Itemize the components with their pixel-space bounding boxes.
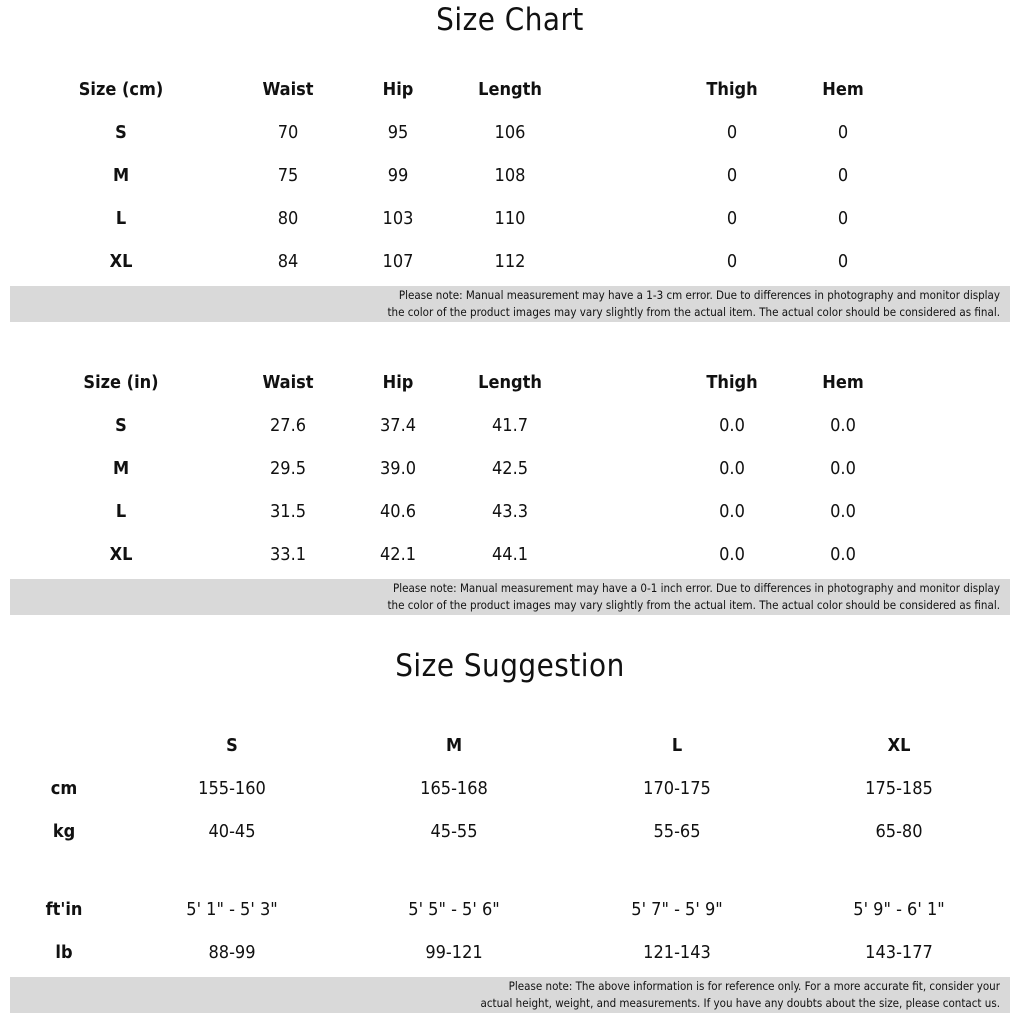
table-cell: 0 bbox=[837, 165, 849, 186]
column-header: Hip bbox=[382, 79, 414, 100]
table-cell: 45-55 bbox=[430, 821, 478, 842]
table-cell: 41.7 bbox=[491, 415, 529, 436]
table-cell: 37.4 bbox=[379, 415, 417, 436]
row-label: M bbox=[112, 458, 130, 479]
table-cell: 110 bbox=[494, 208, 526, 229]
column-header: L bbox=[671, 735, 683, 756]
row-label: ft'in bbox=[45, 899, 83, 920]
column-header: Size (in) bbox=[83, 372, 159, 393]
column-header: Length bbox=[478, 79, 542, 100]
row-label: cm bbox=[50, 778, 78, 799]
row-label: S bbox=[115, 415, 127, 436]
table-cell: 155-160 bbox=[198, 778, 266, 799]
table-cell: 0 bbox=[726, 122, 738, 143]
table-cell: 0 bbox=[837, 251, 849, 272]
table-cell: 27.6 bbox=[269, 415, 307, 436]
row-label: L bbox=[115, 501, 127, 522]
table-cell: 88-99 bbox=[208, 942, 256, 963]
row-label: L bbox=[115, 208, 127, 229]
table-cell: 165-168 bbox=[420, 778, 488, 799]
table-cell: 0 bbox=[726, 165, 738, 186]
row-label: lb bbox=[55, 942, 73, 963]
column-header: Size (cm) bbox=[78, 79, 164, 100]
table-cell: 99-121 bbox=[425, 942, 483, 963]
table-cell: 0.0 bbox=[719, 458, 745, 479]
table-cell: 143-177 bbox=[865, 942, 933, 963]
table-cell: 175-185 bbox=[865, 778, 933, 799]
note-line: actual height, weight, and measurements.… bbox=[480, 996, 1000, 1010]
table-cell: 40.6 bbox=[379, 501, 417, 522]
table-cell: 0.0 bbox=[830, 501, 856, 522]
table-cell: 95 bbox=[387, 122, 409, 143]
cm-table-note: Please note: Manual measurement may have… bbox=[10, 286, 1010, 322]
row-label: S bbox=[115, 122, 127, 143]
table-cell: 55-65 bbox=[653, 821, 701, 842]
table-cell: 0.0 bbox=[719, 501, 745, 522]
column-header: Hem bbox=[822, 79, 864, 100]
table-cell: 121-143 bbox=[643, 942, 711, 963]
table-cell: 33.1 bbox=[269, 544, 307, 565]
table-cell: 0.0 bbox=[830, 458, 856, 479]
table-cell: 31.5 bbox=[269, 501, 307, 522]
table-cell: 0.0 bbox=[830, 544, 856, 565]
note-line: Please note: Manual measurement may have… bbox=[398, 288, 1000, 302]
table-cell: 5' 5" - 5' 6" bbox=[408, 899, 500, 920]
table-cell: 108 bbox=[494, 165, 526, 186]
column-header: Hem bbox=[822, 372, 864, 393]
column-header: Length bbox=[478, 372, 542, 393]
in-table-note: Please note: Manual measurement may have… bbox=[10, 579, 1010, 615]
row-label: M bbox=[112, 165, 130, 186]
table-cell: 42.1 bbox=[379, 544, 417, 565]
table-cell: 70 bbox=[277, 122, 299, 143]
size-suggestion-title: Size Suggestion bbox=[395, 648, 625, 684]
table-cell: 5' 7" - 5' 9" bbox=[631, 899, 723, 920]
note-line: Please note: Manual measurement may have… bbox=[393, 581, 1000, 595]
table-cell: 99 bbox=[387, 165, 409, 186]
table-cell: 75 bbox=[277, 165, 299, 186]
row-label: XL bbox=[109, 251, 133, 272]
table-cell: 0.0 bbox=[719, 544, 745, 565]
table-cell: 0 bbox=[837, 208, 849, 229]
row-label: kg bbox=[52, 821, 76, 842]
column-header: Waist bbox=[262, 372, 314, 393]
table-cell: 44.1 bbox=[491, 544, 529, 565]
table-cell: 0.0 bbox=[719, 415, 745, 436]
table-cell: 0.0 bbox=[830, 415, 856, 436]
table-cell: 0 bbox=[726, 208, 738, 229]
column-header: M bbox=[445, 735, 463, 756]
table-cell: 103 bbox=[382, 208, 414, 229]
column-header: Thigh bbox=[706, 79, 758, 100]
table-cell: 43.3 bbox=[491, 501, 529, 522]
column-header: Hip bbox=[382, 372, 414, 393]
column-header: Thigh bbox=[706, 372, 758, 393]
table-cell: 112 bbox=[494, 251, 526, 272]
table-cell: 84 bbox=[277, 251, 299, 272]
table-cell: 170-175 bbox=[643, 778, 711, 799]
table-cell: 40-45 bbox=[208, 821, 256, 842]
table-cell: 39.0 bbox=[379, 458, 417, 479]
suggestion-note: Please note: The above information is fo… bbox=[10, 977, 1010, 1013]
column-header: XL bbox=[887, 735, 911, 756]
table-cell: 80 bbox=[277, 208, 299, 229]
row-label: XL bbox=[109, 544, 133, 565]
table-cell: 42.5 bbox=[491, 458, 529, 479]
table-cell: 107 bbox=[382, 251, 414, 272]
size-chart-title: Size Chart bbox=[436, 2, 584, 38]
table-cell: 5' 9" - 6' 1" bbox=[853, 899, 945, 920]
table-cell: 106 bbox=[494, 122, 526, 143]
note-line: the color of the product images may vary… bbox=[387, 305, 1000, 319]
table-cell: 65-80 bbox=[875, 821, 923, 842]
note-line: the color of the product images may vary… bbox=[387, 598, 1000, 612]
table-cell: 29.5 bbox=[269, 458, 307, 479]
table-cell: 0 bbox=[837, 122, 849, 143]
table-cell: 5' 1" - 5' 3" bbox=[186, 899, 278, 920]
column-header: S bbox=[226, 735, 238, 756]
column-header: Waist bbox=[262, 79, 314, 100]
note-line: Please note: The above information is fo… bbox=[508, 979, 1000, 993]
table-cell: 0 bbox=[726, 251, 738, 272]
